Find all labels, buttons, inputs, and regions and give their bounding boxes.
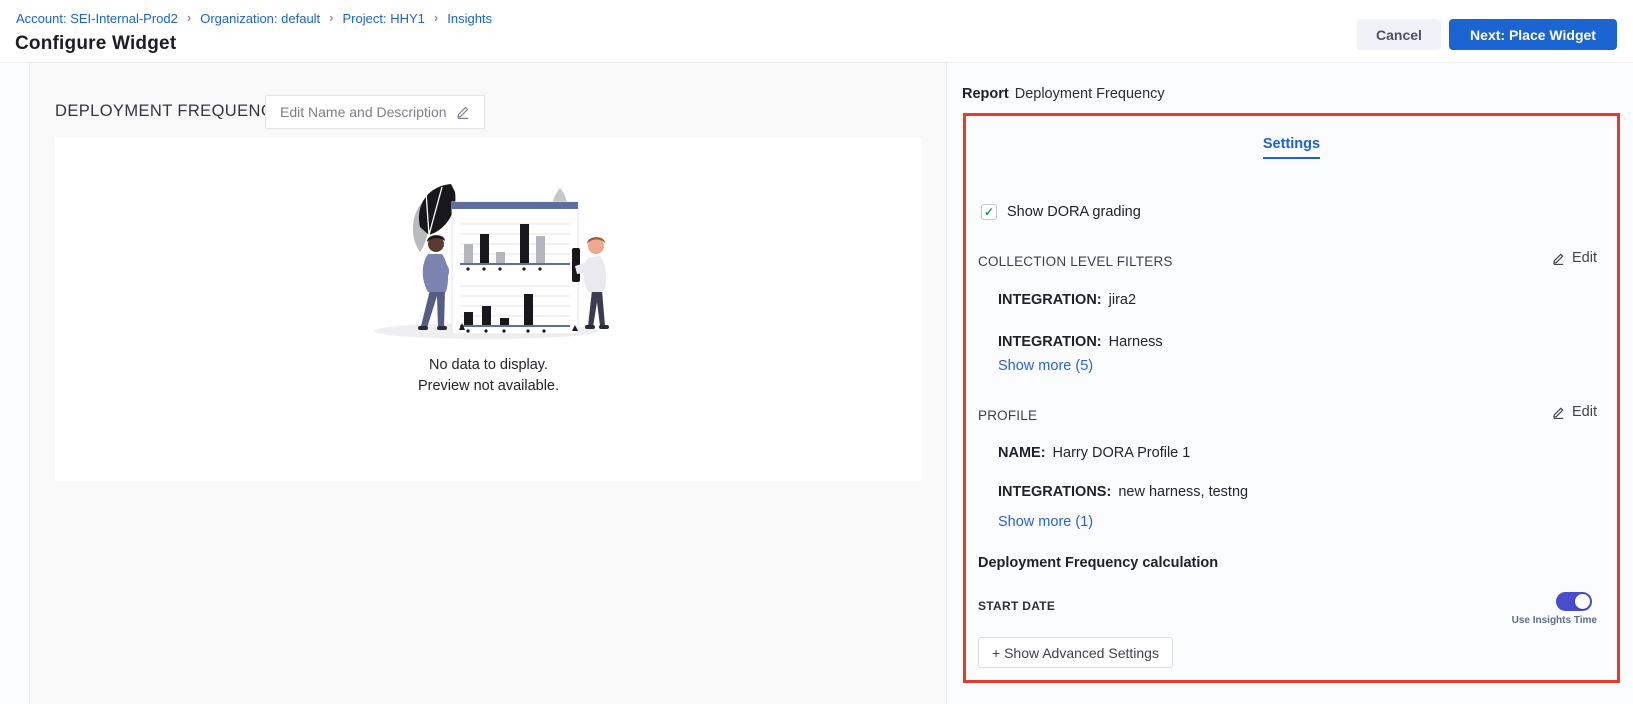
breadcrumb-insights[interactable]: Insights <box>447 11 492 26</box>
empty-state-line2: Preview not available. <box>418 376 559 397</box>
edit-pencil-icon <box>1552 406 1565 419</box>
profile-value: new harness, testng <box>1118 484 1248 500</box>
filter-row-integration-2: INTEGRATION: Harness <box>998 334 1163 350</box>
page-title: Configure Widget <box>15 33 176 55</box>
filter-label: INTEGRATION: <box>998 292 1102 308</box>
chevron-right-icon: › <box>434 10 438 25</box>
start-date-label: START DATE <box>978 599 1055 613</box>
filter-value: jira2 <box>1109 292 1136 308</box>
left-gutter <box>0 62 30 704</box>
empty-state-illustration <box>364 178 614 343</box>
collection-level-filters-title: COLLECTION LEVEL FILTERS <box>978 254 1173 269</box>
edit-pencil-icon <box>456 105 470 119</box>
edit-label: Edit <box>1572 250 1597 266</box>
report-header: Report Deployment Frequency <box>962 86 1165 102</box>
widget-settings-panel: Report Deployment Frequency Settings ✓ Sh… <box>947 62 1633 704</box>
tab-bar: Settings <box>963 135 1620 159</box>
breadcrumb: Account: SEI-Internal-Prod2 › Organizati… <box>16 11 492 26</box>
show-dora-grading-label: Show DORA grading <box>1007 204 1141 220</box>
calculation-title: Deployment Frequency calculation <box>978 555 1218 571</box>
widget-preview-panel: DEPLOYMENT FREQUENCY Edit Name and Descr… <box>30 62 947 704</box>
report-value: Deployment Frequency <box>1015 86 1165 102</box>
settings-highlight-border <box>963 113 1620 683</box>
filters-show-more-link[interactable]: Show more (5) <box>998 358 1093 374</box>
show-advanced-settings-button[interactable]: + Show Advanced Settings <box>978 637 1173 668</box>
report-label: Report <box>962 86 1009 102</box>
profile-show-more-link[interactable]: Show more (1) <box>998 514 1093 530</box>
edit-name-description-label: Edit Name and Description <box>280 104 447 120</box>
preview-card: No data to display. Preview not availabl… <box>55 138 922 481</box>
show-dora-grading-checkbox[interactable]: ✓ <box>981 204 997 220</box>
profile-edit-button[interactable]: Edit <box>1552 404 1597 420</box>
check-icon: ✓ <box>984 206 994 218</box>
configure-widget-page: Account: SEI-Internal-Prod2 › Organizati… <box>0 0 1633 704</box>
profile-row-name: NAME: Harry DORA Profile 1 <box>998 445 1190 461</box>
breadcrumb-project[interactable]: Project: HHY1 <box>343 11 425 26</box>
profile-label: INTEGRATIONS: <box>998 484 1111 500</box>
edit-pencil-icon <box>1552 252 1565 265</box>
filter-value: Harness <box>1109 334 1163 350</box>
breadcrumb-account[interactable]: Account: SEI-Internal-Prod2 <box>16 11 178 26</box>
filter-row-integration-1: INTEGRATION: jira2 <box>998 292 1136 308</box>
cancel-button[interactable]: Cancel <box>1357 19 1441 50</box>
chevron-right-icon: › <box>187 10 191 25</box>
widget-name: DEPLOYMENT FREQUENCY <box>55 102 285 121</box>
profile-value: Harry DORA Profile 1 <box>1053 445 1191 461</box>
profile-row-integrations: INTEGRATIONS: new harness, testng <box>998 484 1248 500</box>
edit-name-description-button[interactable]: Edit Name and Description <box>265 95 485 129</box>
collection-filters-edit-button[interactable]: Edit <box>1552 250 1597 266</box>
show-dora-grading-row[interactable]: ✓ Show DORA grading <box>981 204 1141 220</box>
breadcrumb-organization[interactable]: Organization: default <box>200 11 320 26</box>
tab-settings[interactable]: Settings <box>1263 136 1320 159</box>
empty-state-line1: No data to display. <box>418 355 559 376</box>
profile-label: NAME: <box>998 445 1046 461</box>
profile-section-title: PROFILE <box>978 408 1037 423</box>
filter-label: INTEGRATION: <box>998 334 1102 350</box>
next-place-widget-button[interactable]: Next: Place Widget <box>1449 19 1617 50</box>
edit-label: Edit <box>1572 404 1597 420</box>
toggle-knob <box>1575 594 1590 609</box>
use-insights-time-label: Use Insights Time <box>1512 615 1597 626</box>
chevron-right-icon: › <box>329 10 333 25</box>
use-insights-time-toggle[interactable] <box>1556 592 1592 611</box>
